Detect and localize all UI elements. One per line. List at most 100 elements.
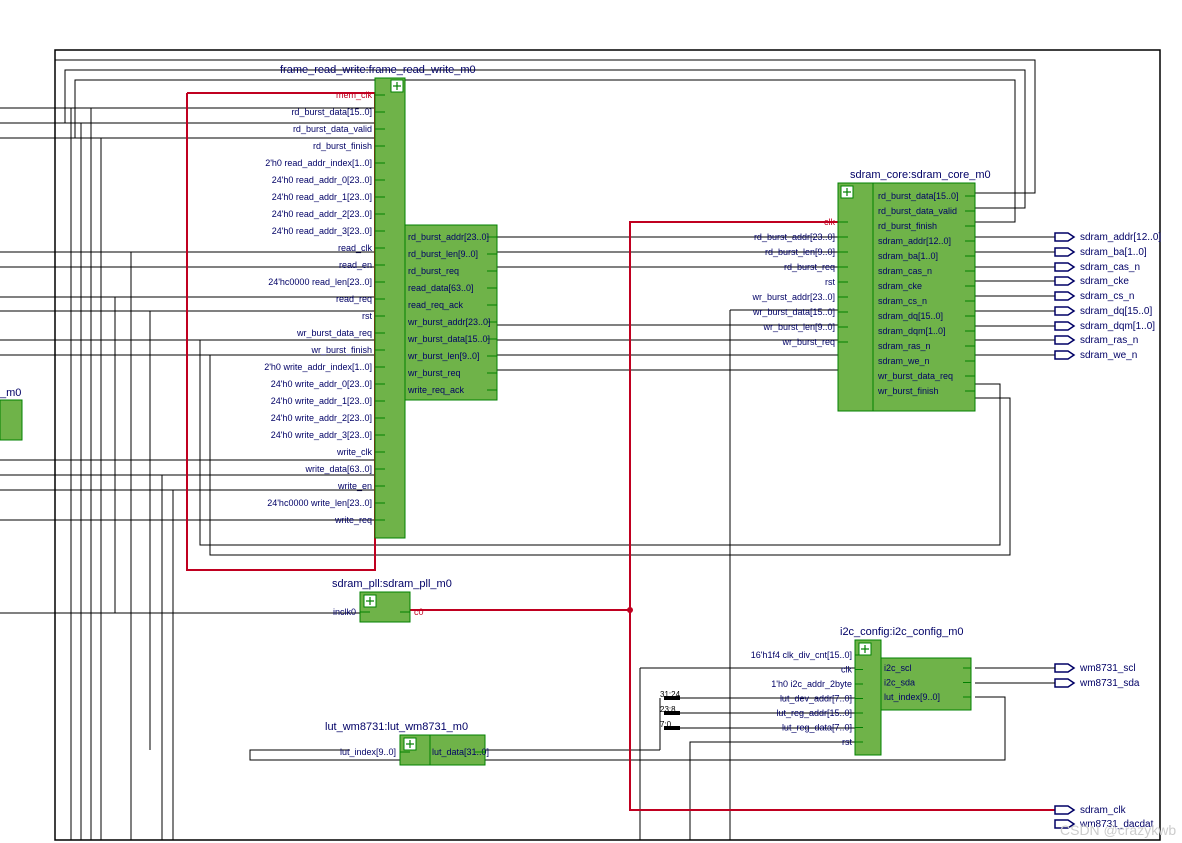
svg-text:wm8731_scl: wm8731_scl bbox=[1079, 663, 1136, 674]
svg-text:wr_burst_data_req: wr_burst_data_req bbox=[296, 328, 372, 338]
block-lut-wm8731[interactable]: lut_wm8731:lut_wm8731_m0 lut_index[9..0]… bbox=[325, 721, 489, 765]
sdram-input-ports: clkrd_burst_addr[23..0]rd_burst_len[9..0… bbox=[751, 217, 848, 347]
diagram-border bbox=[55, 50, 1160, 840]
svg-text:24'hc0000 write_len[23..0]: 24'hc0000 write_len[23..0] bbox=[267, 498, 372, 508]
svg-text:24'h0 read_addr_2[23..0]: 24'h0 read_addr_2[23..0] bbox=[272, 209, 372, 219]
svg-text:2'h0 read_addr_index[1..0]: 2'h0 read_addr_index[1..0] bbox=[265, 158, 372, 168]
svg-text:wr_burst_finish: wr_burst_finish bbox=[310, 345, 372, 355]
svg-text:24'h0 write_addr_3[23..0]: 24'h0 write_addr_3[23..0] bbox=[271, 430, 372, 440]
svg-text:sdram_ras_n: sdram_ras_n bbox=[1080, 335, 1138, 346]
svg-text:wr_burst_data_req: wr_burst_data_req bbox=[877, 371, 953, 381]
truncated-block: _m0 bbox=[0, 387, 22, 440]
svg-text:rd_burst_req: rd_burst_req bbox=[408, 266, 459, 276]
svg-text:24'h0 write_addr_0[23..0]: 24'h0 write_addr_0[23..0] bbox=[271, 379, 372, 389]
svg-text:sdram_dqm[1..0]: sdram_dqm[1..0] bbox=[1080, 321, 1155, 332]
svg-text:frame_read_write:frame_read_wr: frame_read_write:frame_read_write_m0 bbox=[280, 64, 476, 76]
svg-text:sdram_core:sdram_core_m0: sdram_core:sdram_core_m0 bbox=[850, 169, 991, 181]
svg-text:24'hc0000 read_len[23..0]: 24'hc0000 read_len[23..0] bbox=[268, 277, 372, 287]
svg-text:rst: rst bbox=[362, 311, 372, 321]
svg-text:sdram_dq[15..0]: sdram_dq[15..0] bbox=[878, 311, 943, 321]
svg-text:write_clk: write_clk bbox=[336, 447, 373, 457]
svg-text:rst: rst bbox=[842, 737, 852, 747]
svg-text:write_req_ack: write_req_ack bbox=[407, 385, 465, 395]
svg-text:i2c_sda: i2c_sda bbox=[884, 678, 915, 688]
watermark: CSDN @crazykwb bbox=[1060, 822, 1176, 838]
block-sdram-core[interactable]: sdram_core:sdram_core_m0 clkrd_burst_add… bbox=[751, 169, 990, 411]
svg-text:sdram_dq[15..0]: sdram_dq[15..0] bbox=[1080, 306, 1152, 317]
svg-text:write_req: write_req bbox=[334, 515, 372, 525]
svg-text:rd_burst_len[9..0]: rd_burst_len[9..0] bbox=[408, 249, 478, 259]
svg-text:wr_burst_req: wr_burst_req bbox=[781, 337, 835, 347]
svg-text:sdram_cs_n: sdram_cs_n bbox=[878, 296, 927, 306]
svg-text:rd_burst_addr[23..0]: rd_burst_addr[23..0] bbox=[408, 232, 489, 242]
svg-text:write_en: write_en bbox=[337, 481, 372, 491]
svg-text:read_req: read_req bbox=[336, 294, 372, 304]
svg-text:wr_burst_len[9..0]: wr_burst_len[9..0] bbox=[407, 351, 480, 361]
svg-text:24'h0 read_addr_0[23..0]: 24'h0 read_addr_0[23..0] bbox=[272, 175, 372, 185]
svg-text:i2c_scl: i2c_scl bbox=[884, 663, 912, 673]
svg-text:2'h0 write_addr_index[1..0]: 2'h0 write_addr_index[1..0] bbox=[264, 362, 372, 372]
svg-text:wr_burst_addr[23..0]: wr_burst_addr[23..0] bbox=[751, 292, 835, 302]
svg-text:clk: clk bbox=[841, 665, 852, 675]
svg-text:rd_burst_len[9..0]: rd_burst_len[9..0] bbox=[765, 247, 835, 257]
svg-text:sdram_ras_n: sdram_ras_n bbox=[878, 341, 931, 351]
svg-text:24'h0 read_addr_1[23..0]: 24'h0 read_addr_1[23..0] bbox=[272, 192, 372, 202]
svg-text:rd_burst_finish: rd_burst_finish bbox=[878, 221, 937, 231]
bus-tap-label: 23:8 bbox=[660, 705, 676, 714]
svg-text:lut_index[9..0]: lut_index[9..0] bbox=[340, 747, 396, 757]
svg-text:lut_wm8731:lut_wm8731_m0: lut_wm8731:lut_wm8731_m0 bbox=[325, 721, 468, 733]
svg-text:sdram_addr[12..0]: sdram_addr[12..0] bbox=[1080, 232, 1161, 243]
bus-tap-label: 7:0 bbox=[660, 720, 672, 729]
svg-text:24'h0 write_addr_1[23..0]: 24'h0 write_addr_1[23..0] bbox=[271, 396, 372, 406]
svg-text:wr_burst_len[9..0]: wr_burst_len[9..0] bbox=[762, 322, 835, 332]
svg-text:16'h1f4 clk_div_cnt[15..0]: 16'h1f4 clk_div_cnt[15..0] bbox=[751, 650, 852, 660]
svg-text:sdram_we_n: sdram_we_n bbox=[878, 356, 930, 366]
block-frame-read-write[interactable]: frame_read_write:frame_read_write_m0 mem… bbox=[264, 64, 497, 538]
svg-text:read_data[63..0]: read_data[63..0] bbox=[408, 283, 474, 293]
svg-text:read_req_ack: read_req_ack bbox=[408, 300, 464, 310]
svg-text:sdram_dqm[1..0]: sdram_dqm[1..0] bbox=[878, 326, 946, 336]
svg-text:rd_burst_data_valid: rd_burst_data_valid bbox=[293, 124, 372, 134]
svg-text:read_clk: read_clk bbox=[338, 243, 373, 253]
svg-text:sdram_clk: sdram_clk bbox=[1080, 805, 1127, 816]
output-pins: sdram_addr[12..0] sdram_ba[1..0] sdram_cas… bbox=[975, 232, 1161, 830]
svg-text:1'h0 i2c_addr_2byte: 1'h0 i2c_addr_2byte bbox=[771, 679, 852, 689]
svg-text:lut_dev_addr[7..0]: lut_dev_addr[7..0] bbox=[780, 694, 852, 704]
svg-text:24'h0 write_addr_2[23..0]: 24'h0 write_addr_2[23..0] bbox=[271, 413, 372, 423]
block-sdram-pll[interactable]: sdram_pll:sdram_pll_m0 inclk0 c0 bbox=[332, 578, 452, 622]
svg-text:sdram_cas_n: sdram_cas_n bbox=[1080, 262, 1140, 273]
svg-text:wr_burst_req: wr_burst_req bbox=[407, 368, 461, 378]
svg-text:wm8731_sda: wm8731_sda bbox=[1079, 678, 1140, 689]
svg-text:clk: clk bbox=[824, 217, 835, 227]
svg-text:wr_burst_finish: wr_burst_finish bbox=[877, 386, 939, 396]
svg-text:sdram_cas_n: sdram_cas_n bbox=[878, 266, 932, 276]
svg-text:wr_burst_data[15..0]: wr_burst_data[15..0] bbox=[752, 307, 835, 317]
svg-text:lut_index[9..0]: lut_index[9..0] bbox=[884, 692, 940, 702]
svg-text:lut_reg_addr[15..0]: lut_reg_addr[15..0] bbox=[776, 708, 852, 718]
svg-text:24'h0 read_addr_3[23..0]: 24'h0 read_addr_3[23..0] bbox=[272, 226, 372, 236]
svg-text:mem_clk: mem_clk bbox=[336, 90, 373, 100]
svg-text:_m0: _m0 bbox=[0, 387, 21, 399]
svg-text:write_data[63..0]: write_data[63..0] bbox=[304, 464, 372, 474]
svg-text:rd_burst_finish: rd_burst_finish bbox=[313, 141, 372, 151]
svg-text:wr_burst_addr[23..0]: wr_burst_addr[23..0] bbox=[407, 317, 491, 327]
svg-text:lut_reg_data[7..0]: lut_reg_data[7..0] bbox=[782, 723, 852, 733]
svg-text:sdram_cs_n: sdram_cs_n bbox=[1080, 291, 1134, 302]
svg-text:read_en: read_en bbox=[339, 260, 372, 270]
bus-tap-label: 31:24 bbox=[660, 690, 681, 699]
svg-text:rd_burst_req: rd_burst_req bbox=[784, 262, 835, 272]
svg-text:i2c_config:i2c_config_m0: i2c_config:i2c_config_m0 bbox=[840, 626, 964, 638]
svg-text:rd_burst_data_valid: rd_burst_data_valid bbox=[878, 206, 957, 216]
svg-text:sdram_pll:sdram_pll_m0: sdram_pll:sdram_pll_m0 bbox=[332, 578, 452, 590]
svg-text:wr_burst_data[15..0]: wr_burst_data[15..0] bbox=[407, 334, 490, 344]
svg-text:sdram_cke: sdram_cke bbox=[878, 281, 922, 291]
svg-text:inclk0: inclk0 bbox=[333, 607, 356, 617]
svg-text:rd_burst_data[15..0]: rd_burst_data[15..0] bbox=[878, 191, 959, 201]
svg-text:sdram_ba[1..0]: sdram_ba[1..0] bbox=[1080, 247, 1147, 258]
svg-text:sdram_addr[12..0]: sdram_addr[12..0] bbox=[878, 236, 951, 246]
svg-text:sdram_ba[1..0]: sdram_ba[1..0] bbox=[878, 251, 938, 261]
svg-text:sdram_cke: sdram_cke bbox=[1080, 276, 1129, 287]
svg-text:c0: c0 bbox=[414, 607, 424, 617]
block-i2c-config[interactable]: i2c_config:i2c_config_m0 16'h1f4 clk_div… bbox=[751, 626, 971, 755]
schematic-canvas[interactable]: _m0 frame_read_write:frame_read_write_m0… bbox=[0, 0, 1182, 841]
